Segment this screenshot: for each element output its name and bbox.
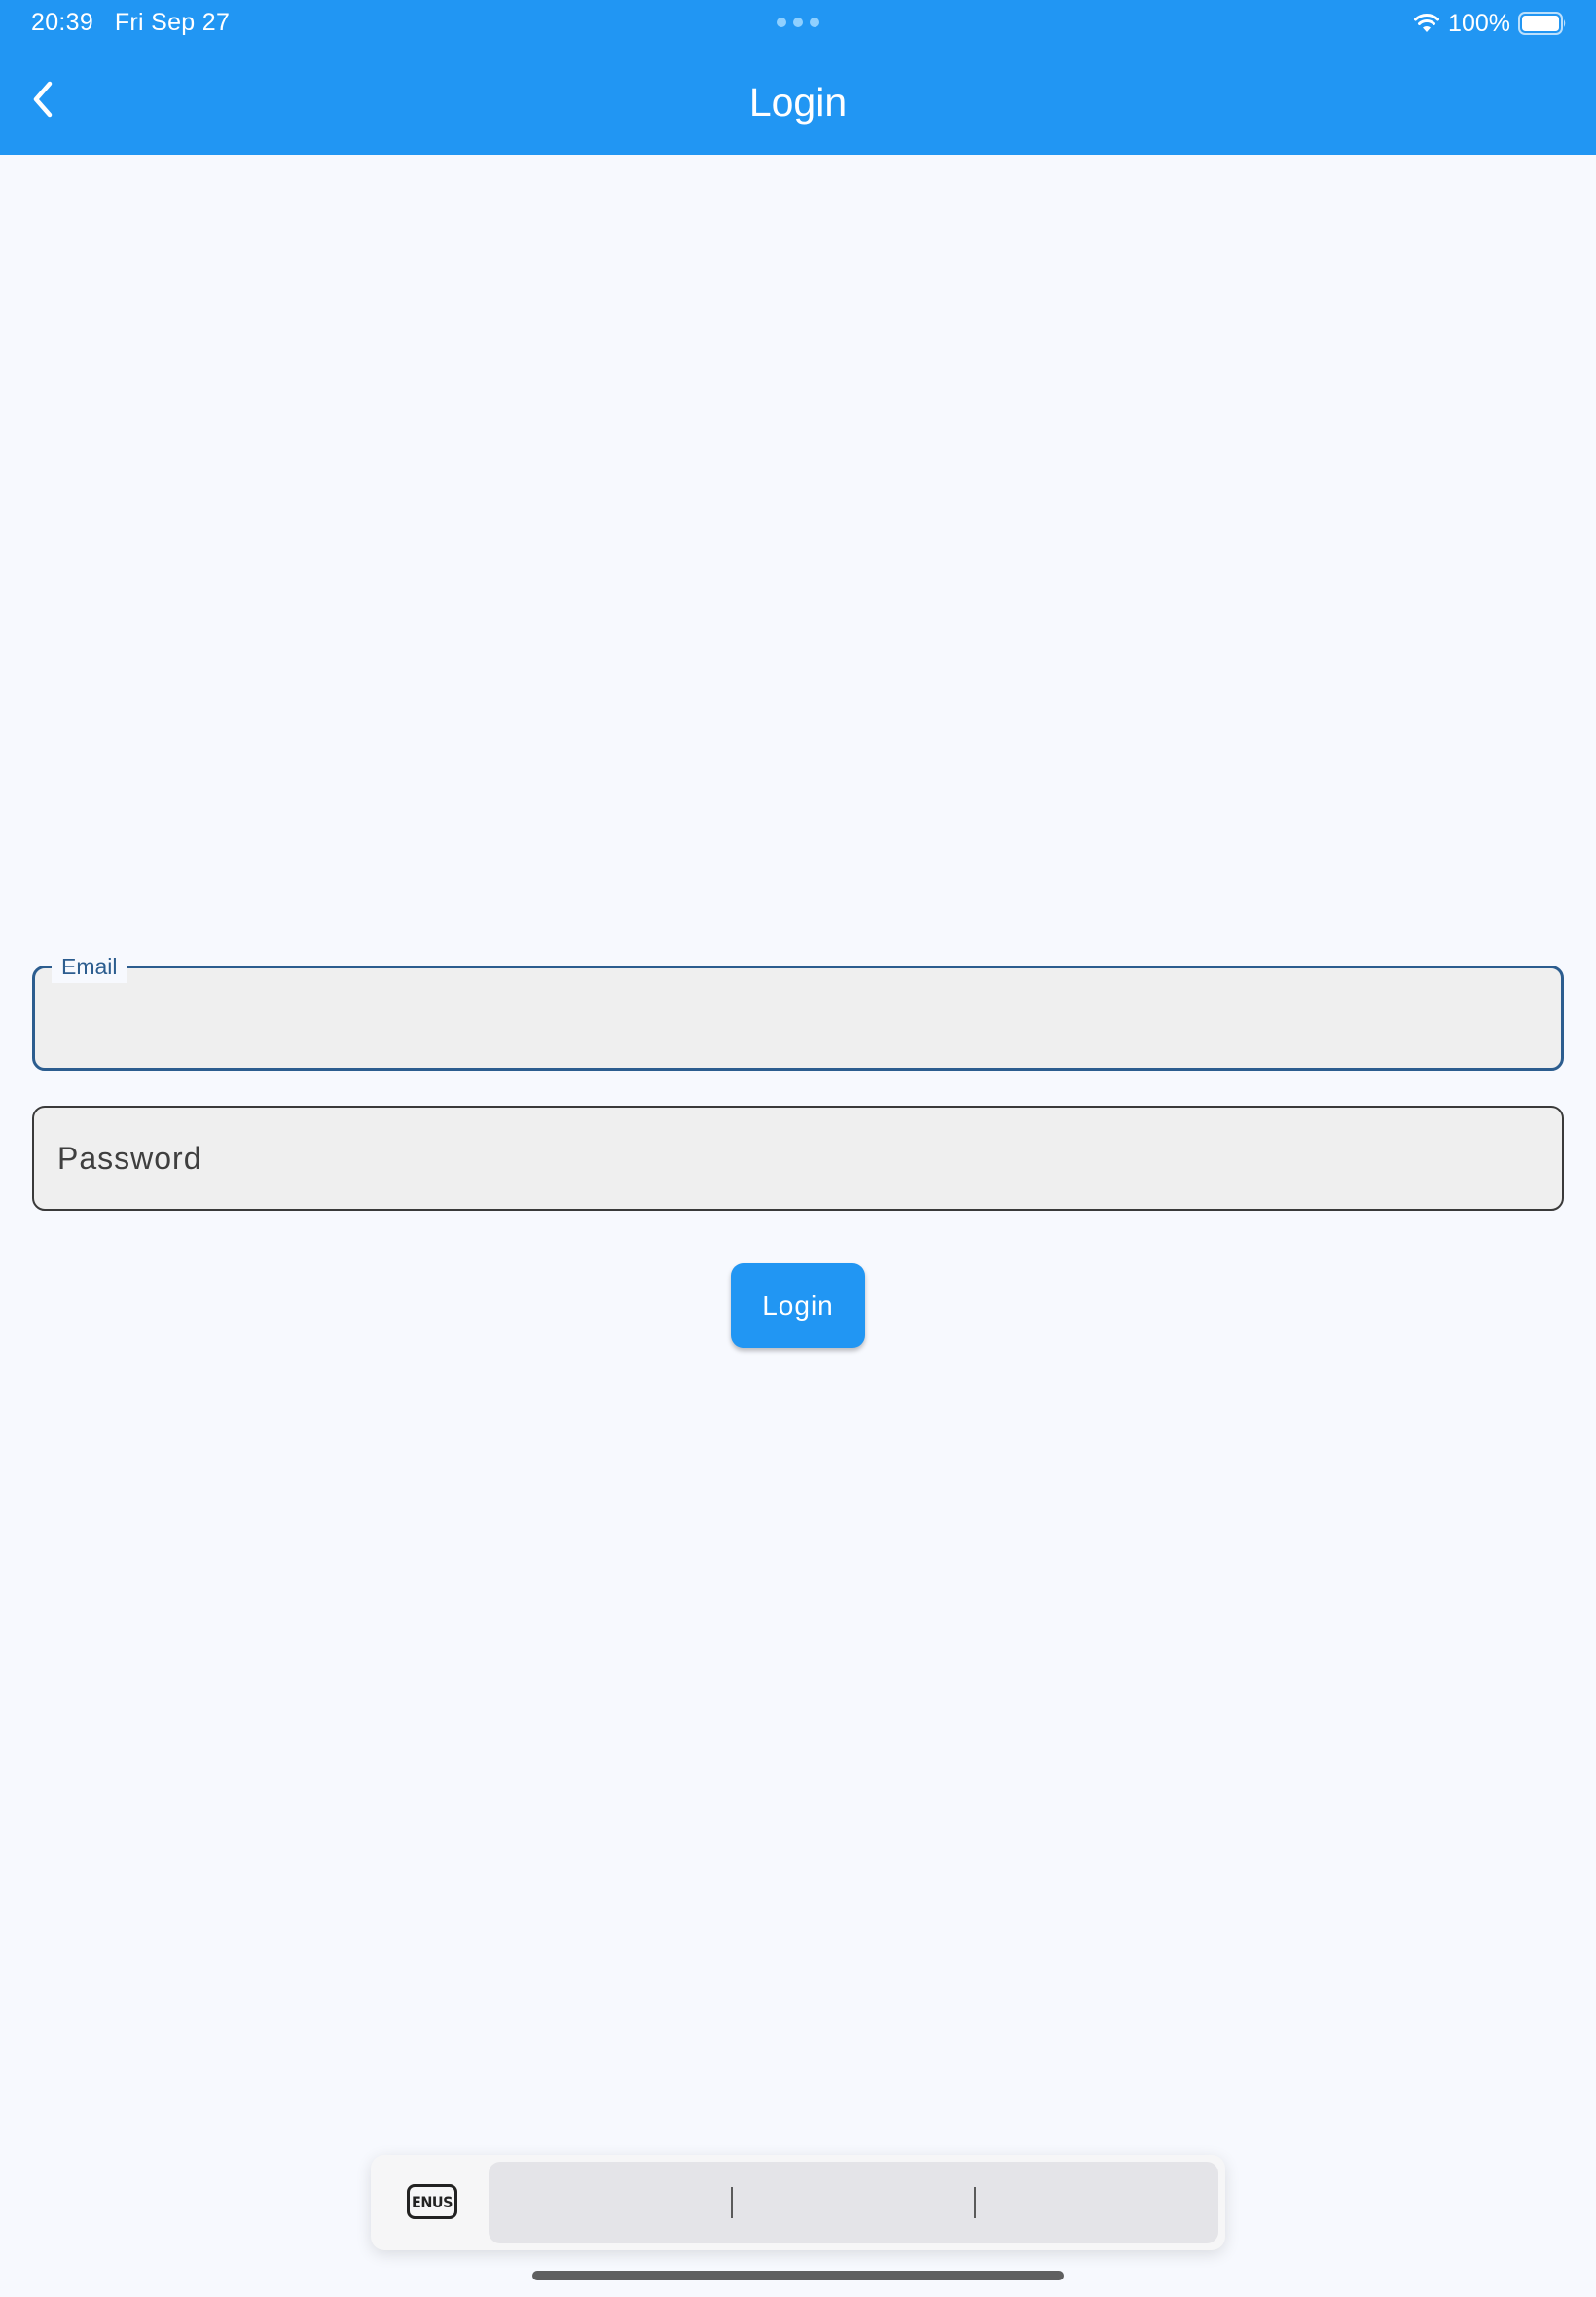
email-field[interactable]: Email [32, 950, 1564, 1071]
home-indicator[interactable] [532, 2271, 1064, 2280]
page-title: Login [748, 80, 848, 125]
battery-icon [1518, 12, 1566, 35]
email-label: Email [52, 950, 127, 983]
app-header: 20:39 Fri Sep 27 100% Login [0, 0, 1596, 155]
wifi-icon [1414, 14, 1440, 32]
battery-percent: 100% [1448, 9, 1510, 37]
password-label: Password [57, 1141, 202, 1176]
language-switch-icon[interactable]: ENUS [407, 2184, 457, 2219]
login-button[interactable]: Login [731, 1263, 865, 1348]
status-time: 20:39 [31, 9, 94, 36]
suggestion-divider [731, 2187, 733, 2218]
password-field[interactable]: Password [32, 1106, 1564, 1211]
keyboard-shortcut-bar: ENUS [371, 2155, 1225, 2250]
status-date: Fri Sep 27 [114, 9, 231, 36]
status-time-date: 20:39 Fri Sep 27 [31, 9, 230, 37]
suggestion-bar[interactable] [489, 2162, 1218, 2243]
suggestion-divider [974, 2187, 976, 2218]
multitasking-dots-icon[interactable] [777, 18, 819, 27]
status-indicators: 100% [1413, 8, 1567, 39]
